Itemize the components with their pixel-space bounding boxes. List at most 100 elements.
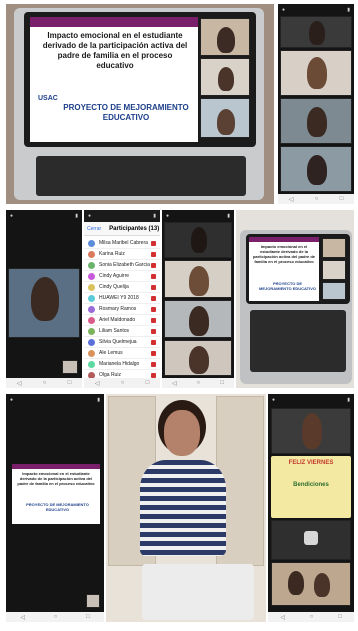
- participant-name: Cindy Quelija: [99, 284, 129, 290]
- nav-bar: ◁ ○ □: [278, 194, 354, 204]
- video-cell: [164, 260, 232, 298]
- participant-avatar-icon: [88, 239, 95, 247]
- video-cell: [280, 50, 352, 96]
- nav-home-icon[interactable]: ○: [54, 614, 58, 620]
- nav-home-icon[interactable]: ○: [315, 196, 319, 202]
- participant-name: Marianela Hidalgo: [99, 361, 140, 367]
- nav-recent-icon[interactable]: □: [146, 380, 150, 386]
- participant-row[interactable]: Karina Ruiz: [84, 249, 160, 260]
- phone-video-grid-top: ● ▮ ◁ ○ □: [278, 4, 354, 204]
- nav-recent-icon[interactable]: □: [68, 380, 72, 386]
- nav-bar: ◁ ○ □: [162, 378, 234, 388]
- participant-avatar-icon: [88, 272, 95, 280]
- participant-row[interactable]: Marianela Hidalgo: [84, 359, 160, 370]
- participant-avatar: [189, 346, 209, 374]
- nav-home-icon[interactable]: ○: [310, 614, 314, 620]
- video-cell: [200, 58, 250, 96]
- participant-name: Sonia Elizabeth Garcia Mazo: [99, 262, 151, 268]
- nav-back-icon[interactable]: ◁: [289, 196, 294, 203]
- participant-row[interactable]: Cindy Aguirre: [84, 271, 160, 282]
- participant-row[interactable]: HUAWEI Y9 2018: [84, 293, 160, 304]
- participant-name: Milsa Maribel Cabrera: [99, 240, 148, 246]
- participant-avatar: [189, 266, 209, 296]
- slide: Impacto emocional en el estudiante deriv…: [30, 17, 198, 142]
- muted-mic-icon: [151, 284, 156, 290]
- participants-panel: ● ▮ Cerrar Participantes (13) Milsa Marib…: [84, 210, 160, 388]
- participant-avatar-icon: [88, 327, 95, 335]
- participant-avatar: [307, 57, 327, 89]
- slide-band: [12, 464, 100, 469]
- participant-row[interactable]: Silvia Quelmejua: [84, 337, 160, 348]
- nav-home-icon[interactable]: ○: [197, 380, 201, 386]
- nav-home-icon[interactable]: ○: [43, 380, 47, 386]
- participant-row[interactable]: Liliam Santos: [84, 326, 160, 337]
- slide-band: [249, 237, 319, 242]
- participant-avatar: [191, 227, 207, 253]
- video-cell: [271, 520, 351, 560]
- participant-avatar: [307, 155, 327, 185]
- nav-recent-icon[interactable]: □: [220, 380, 224, 386]
- video-cell: [322, 238, 346, 258]
- slide-subtitle: PROYECTO DE MEJORAMIENTO EDUCATIVO: [26, 502, 89, 512]
- participant-row[interactable]: Cindy Quelija: [84, 282, 160, 293]
- muted-mic-icon: [151, 273, 156, 279]
- nav-back-icon[interactable]: ◁: [95, 380, 100, 387]
- shared-slide: Impacto emocional en el estudiante deriv…: [12, 464, 100, 524]
- participant-avatar: [302, 413, 322, 449]
- phone-poster-grid: ● ▮ FELIZ VIERNES Bendiciones ◁ ○ □: [268, 394, 354, 622]
- participant-name: Liliam Santos: [99, 328, 130, 334]
- nav-recent-icon[interactable]: □: [338, 614, 342, 620]
- participant-avatar: [309, 21, 325, 45]
- video-cell: [164, 222, 232, 258]
- video-cell: [271, 408, 351, 454]
- participant-avatar: [189, 306, 209, 336]
- participant-row[interactable]: Rosmary Ramos: [84, 304, 160, 315]
- keyboard: [250, 310, 346, 372]
- status-bar: ● ▮: [282, 7, 350, 13]
- participant-row[interactable]: Milsa Maribel Cabrera: [84, 238, 160, 249]
- participant-avatar-icon: [88, 305, 95, 313]
- muted-mic-icon: [151, 372, 156, 378]
- participant-row[interactable]: Sonia Elizabeth Garcia Mazo: [84, 260, 160, 271]
- participant-name: Cindy Aguirre: [99, 273, 130, 279]
- nav-recent-icon[interactable]: □: [340, 196, 344, 202]
- participant-name: Ariel Maldonado: [99, 317, 136, 323]
- thumbnail-video: [62, 360, 78, 374]
- participant-avatar-icon: [88, 360, 95, 368]
- participant-avatar: [307, 107, 327, 137]
- woman-face: [164, 410, 200, 456]
- nav-back-icon[interactable]: ◁: [172, 380, 177, 387]
- participants-title: Participantes (13): [109, 225, 160, 232]
- muted-mic-icon: [151, 240, 156, 246]
- video-cell: [280, 16, 352, 48]
- status-bar: ● ▮: [10, 397, 100, 403]
- nav-recent-icon[interactable]: □: [86, 614, 90, 620]
- participant-avatar: [217, 27, 235, 53]
- video-cell: [200, 98, 250, 138]
- participant-row[interactable]: Ariel Maldonado: [84, 315, 160, 326]
- participant-avatar: [218, 67, 234, 91]
- slide: Impacto emocional en el estudiante deriv…: [249, 237, 319, 301]
- close-button[interactable]: Cerrar: [87, 226, 101, 232]
- muted-mic-icon: [151, 328, 156, 334]
- nav-home-icon[interactable]: ○: [121, 380, 125, 386]
- participant-avatar-icon: [88, 294, 95, 302]
- slide-title: Impacto emocional en el estudiante deriv…: [42, 31, 188, 70]
- poster-card-feliz-viernes: FELIZ VIERNES Bendiciones: [271, 456, 351, 518]
- participant-avatar-icon: [88, 316, 95, 324]
- participant-row[interactable]: Ale Lemus: [84, 348, 160, 359]
- thumbnail-video: [86, 594, 100, 608]
- laptop-screen: Impacto emocional en el estudiante deriv…: [24, 12, 256, 147]
- nav-back-icon[interactable]: ◁: [280, 614, 285, 621]
- participant-avatar-icon: [88, 338, 95, 346]
- nav-back-icon[interactable]: ◁: [17, 380, 22, 387]
- participant-avatar: [304, 531, 318, 545]
- status-bar: ● ▮: [10, 213, 78, 219]
- participant-name: Ale Lemus: [99, 350, 123, 356]
- participant-name: Rosmary Ramos: [99, 306, 137, 312]
- video-cell: [280, 98, 352, 144]
- participants-header: Cerrar Participantes (13): [84, 222, 160, 236]
- nav-back-icon[interactable]: ◁: [20, 614, 25, 621]
- poster-text: FELIZ VIERNES: [288, 460, 334, 466]
- photo-teacher-at-laptop: [106, 394, 266, 622]
